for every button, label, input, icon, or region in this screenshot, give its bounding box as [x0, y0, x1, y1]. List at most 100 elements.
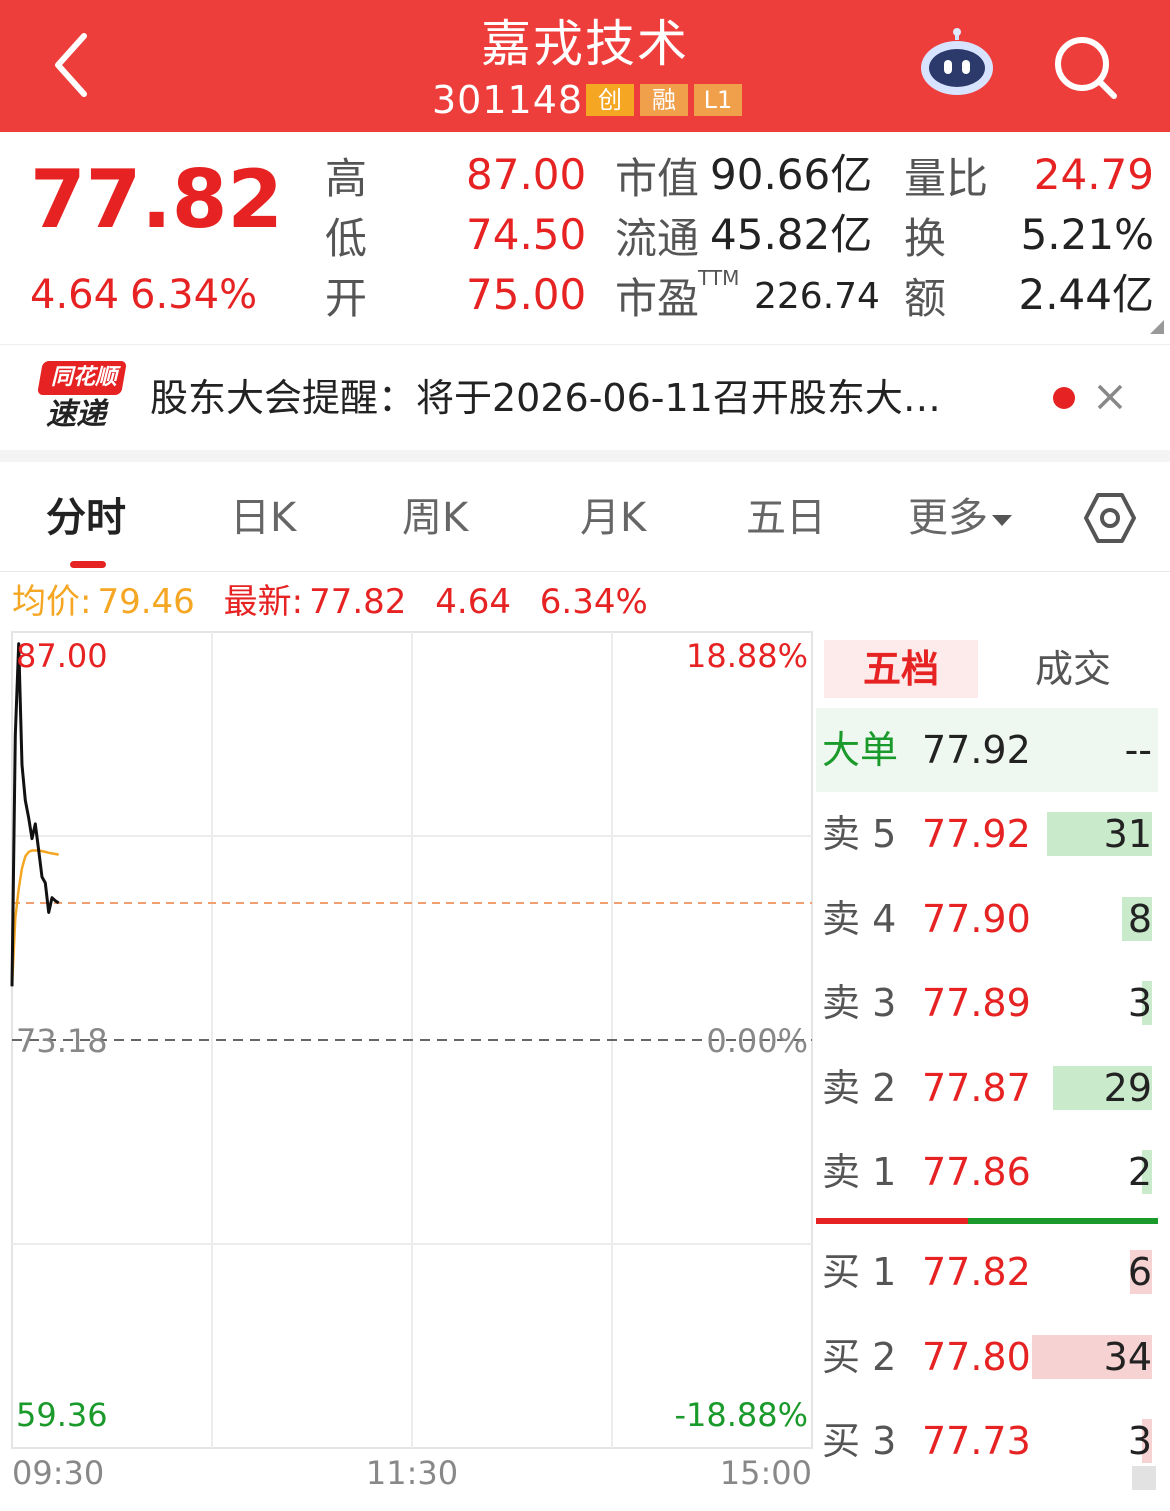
chart-settings-icon[interactable]: [1082, 490, 1138, 546]
x-tick-midday: 11:30: [366, 1454, 458, 1492]
y-tick-prev-close: 73.18: [16, 1022, 108, 1060]
tab-intraday[interactable]: 分时: [46, 490, 126, 546]
big-order-row: 大单 77.92 --: [816, 708, 1158, 792]
market-cap-label: 市值: [615, 154, 700, 203]
ask-row[interactable]: 卖 3 77.89 3: [816, 961, 1158, 1045]
stock-code: 301148: [432, 78, 584, 122]
search-icon[interactable]: [1052, 34, 1118, 100]
bid-volume: 3: [1127, 1419, 1152, 1463]
float-cap-label: 流通: [615, 214, 700, 263]
ask-volume: 31: [1103, 812, 1152, 856]
big-order-price: 77.92: [922, 728, 1031, 772]
tag-l1-badge: L1: [694, 84, 742, 116]
ask-price: 77.90: [922, 896, 1031, 941]
price-change-pct: 6.34%: [130, 272, 258, 318]
bid-price: 77.82: [922, 1250, 1031, 1294]
ask-row[interactable]: 卖 1 77.86 2: [816, 1130, 1158, 1214]
chevron-down-icon: [992, 515, 1012, 526]
x-tick-close: 15:00: [720, 1454, 812, 1492]
latest-price-value: 77.82: [309, 582, 407, 622]
unread-dot: [1053, 387, 1075, 409]
legend-change-pct: 6.34%: [539, 582, 648, 622]
ask-row[interactable]: 卖 2 77.87 29: [816, 1046, 1158, 1130]
ask-price: 77.86: [922, 1150, 1031, 1194]
low-value: 74.50: [466, 210, 587, 259]
tonghuashun-logo: 同花顺 速递: [36, 361, 127, 437]
y-tick-pct-zero: 0.00%: [706, 1022, 808, 1060]
tab-daily-k[interactable]: 日K: [230, 490, 296, 546]
news-banner[interactable]: 同花顺 速递 股东大会提醒：将于2026-06-11召开股东大…: [0, 344, 1170, 451]
ask-price: 77.87: [922, 1065, 1031, 1110]
order-book-panel: 五档 成交 大单 77.92 -- 卖 5 77.92 31 卖 4 77.90 8 卖 3…: [816, 632, 1170, 1511]
tag-rong-badge: 融: [640, 84, 688, 116]
volume-ratio-label: 量比: [904, 154, 989, 203]
tab-five-levels-label: 五档: [862, 647, 939, 691]
ask-bid-divider-green: [968, 1218, 1158, 1224]
high-label: 高: [325, 154, 368, 203]
ask-label: 卖 3: [822, 981, 897, 1025]
tab-five-day[interactable]: 五日: [746, 490, 826, 546]
robot-assistant-icon[interactable]: [918, 28, 996, 98]
tab-more-label: 更多: [908, 495, 988, 541]
tabs-divider: [0, 571, 1170, 572]
current-price: 77.82: [30, 153, 284, 246]
y-tick-high: 87.00: [16, 637, 108, 675]
tab-five-levels[interactable]: 五档: [824, 640, 978, 698]
section-divider: [0, 450, 1170, 462]
y-tick-pct-low: -18.88%: [674, 1396, 808, 1434]
low-label: 低: [325, 214, 368, 263]
amount-label: 额: [904, 274, 947, 323]
open-label: 开: [325, 274, 368, 323]
ask-volume: 3: [1127, 981, 1152, 1025]
bid-row[interactable]: 买 3 77.73 3: [816, 1399, 1158, 1483]
avg-price-label: 均价:: [12, 582, 92, 622]
bid-row[interactable]: 买 2 77.80 34: [816, 1315, 1158, 1399]
bid-label: 买 3: [822, 1419, 897, 1463]
big-order-volume: --: [1124, 728, 1152, 772]
avg-price-line: [10, 849, 59, 987]
price-change: 4.64: [30, 272, 120, 318]
x-tick-open: 09:30: [12, 1454, 104, 1492]
bid-price: 77.73: [922, 1419, 1031, 1463]
tab-monthly-k[interactable]: 月K: [580, 490, 646, 546]
latest-price-label: 最新:: [223, 582, 304, 622]
ask-volume: 8: [1127, 896, 1152, 941]
bid-label: 买 1: [822, 1250, 897, 1294]
y-tick-pct-high: 18.88%: [686, 637, 808, 675]
pe-ttm-superscript: TTM: [698, 266, 740, 290]
intraday-chart[interactable]: 87.00 73.18 59.36 18.88% 0.00% -18.88% 09:30 11…: [0, 620, 816, 1511]
ask-price: 77.92: [922, 812, 1031, 856]
tab-more[interactable]: 更多: [908, 490, 1012, 546]
expand-corner-icon[interactable]: [1150, 320, 1164, 334]
turnover-value: 5.21%: [1020, 210, 1154, 259]
bid-volume: 34: [1103, 1334, 1152, 1379]
tab-weekly-k[interactable]: 周K: [402, 490, 468, 546]
avg-price-value: 79.46: [97, 582, 195, 622]
ask-label: 卖 4: [822, 896, 897, 941]
open-value: 75.00: [466, 270, 587, 319]
ask-row[interactable]: 卖 4 77.90 8: [816, 877, 1158, 961]
news-text: 股东大会提醒：将于2026-06-11召开股东大…: [150, 376, 941, 420]
ask-volume: 29: [1103, 1065, 1152, 1110]
ask-label: 卖 5: [822, 812, 897, 856]
turnover-label: 换: [904, 214, 947, 263]
big-order-label: 大单: [822, 728, 899, 772]
tab-trades-label: 成交: [1034, 647, 1111, 691]
bid-label: 买 2: [822, 1334, 897, 1379]
tag-chuang-badge: 创: [586, 84, 634, 116]
active-tab-indicator: [70, 561, 106, 568]
pe-label: 市盈: [615, 274, 700, 323]
y-tick-low: 59.36: [16, 1396, 108, 1434]
float-cap-value: 45.82亿: [710, 210, 873, 259]
ask-volume: 2: [1127, 1150, 1152, 1194]
volume-ratio-value: 24.79: [1033, 150, 1154, 199]
tab-trades[interactable]: 成交: [996, 640, 1150, 698]
bid-volume: 6: [1127, 1250, 1152, 1294]
bid-row[interactable]: 买 1 77.82 6: [816, 1230, 1158, 1314]
pe-value: 226.74: [754, 276, 880, 317]
close-icon[interactable]: [1096, 383, 1124, 411]
market-cap-value: 90.66亿: [710, 150, 873, 199]
ask-row[interactable]: 卖 5 77.92 31: [816, 792, 1158, 876]
ask-label: 卖 2: [822, 1065, 897, 1110]
ask-label: 卖 1: [822, 1150, 897, 1194]
